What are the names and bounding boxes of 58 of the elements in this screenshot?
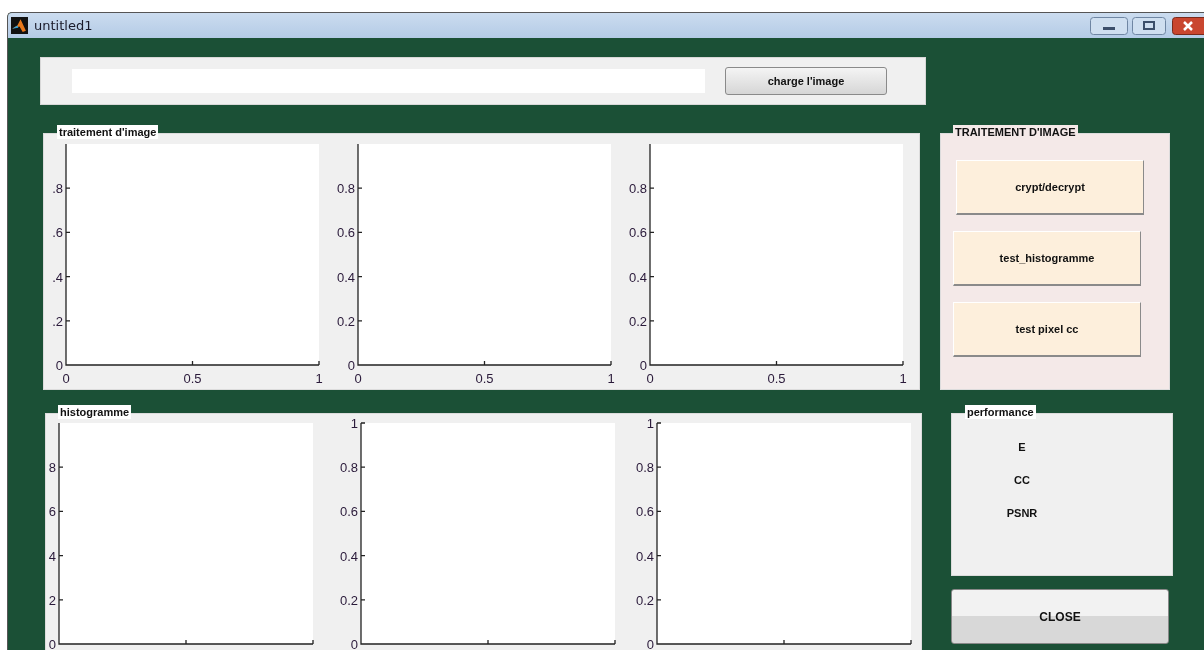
panel-title: TRAITEMENT D'IMAGE xyxy=(953,125,1078,139)
tick-label: 1 xyxy=(315,371,323,386)
tick-label: 0.2 xyxy=(635,592,654,608)
tick-label: 8 xyxy=(48,460,56,476)
tick-label: 0 xyxy=(48,637,56,650)
tick-label: .2 xyxy=(52,313,63,329)
tick-label: 4 xyxy=(48,548,56,564)
tick-label: 0.8 xyxy=(628,181,647,197)
window-title: untitled1 xyxy=(34,18,93,33)
minimize-button[interactable] xyxy=(1090,16,1128,35)
tick-label: 0.8 xyxy=(339,460,358,476)
tick-label: 0.5 xyxy=(475,371,494,386)
tick-label: 2 xyxy=(48,592,56,608)
tick-label: 6 xyxy=(48,504,56,520)
tick-label: 0.4 xyxy=(339,548,358,564)
tick-label: 1 xyxy=(607,371,615,386)
tick-label: 0 xyxy=(354,371,362,386)
tick-label: 0.5 xyxy=(767,371,786,386)
tick-label: 0.2 xyxy=(339,592,358,608)
tick-label: 0 xyxy=(55,358,63,373)
tick-label: .4 xyxy=(52,269,63,285)
action-button[interactable]: test_histogramme xyxy=(953,231,1141,286)
tick-label: .6 xyxy=(52,225,63,241)
tick-label: 1 xyxy=(646,416,654,431)
maximize-button[interactable] xyxy=(1132,16,1166,35)
tick-label: 1 xyxy=(350,416,358,431)
tick-label: 0.2 xyxy=(628,313,647,329)
metric-label: PSNR xyxy=(1005,506,1039,520)
load-image-button[interactable]: charge l'image xyxy=(725,67,887,95)
panel-title: histogramme xyxy=(58,405,132,419)
tick-label: 0 xyxy=(646,371,654,386)
tick-label: .8 xyxy=(52,181,63,197)
close-button[interactable]: CLOSE xyxy=(951,589,1169,644)
panel-title: traitement d'image xyxy=(57,125,159,139)
tick-label: 0.8 xyxy=(336,181,355,197)
metric-label: E xyxy=(1017,440,1027,454)
tick-label: 0.6 xyxy=(635,504,654,520)
metric-label: CC xyxy=(1013,473,1031,487)
tick-label: 0 xyxy=(646,637,654,650)
tick-label: 1 xyxy=(899,371,907,386)
tick-label: 0.5 xyxy=(183,371,202,386)
tick-label: 0 xyxy=(639,358,647,373)
action-button[interactable]: test pixel cc xyxy=(953,302,1141,357)
tick-label: 0 xyxy=(62,371,70,386)
tick-label: 0.6 xyxy=(628,225,647,241)
close-button[interactable] xyxy=(1172,16,1204,35)
tick-label: 0.4 xyxy=(336,269,355,285)
tick-label: 0.6 xyxy=(339,504,358,520)
tick-label: 0.4 xyxy=(628,269,647,285)
action-button[interactable]: crypt/decrypt xyxy=(956,160,1144,215)
tick-label: 0.2 xyxy=(336,313,355,329)
tick-label: 0 xyxy=(347,358,355,373)
tick-label: 0.4 xyxy=(635,548,654,564)
panel-title: performance xyxy=(965,405,1036,419)
tick-label: 0.8 xyxy=(635,460,654,476)
tick-label: 0.6 xyxy=(336,225,355,241)
app-icon xyxy=(11,17,28,34)
tick-label: 0 xyxy=(350,637,358,650)
